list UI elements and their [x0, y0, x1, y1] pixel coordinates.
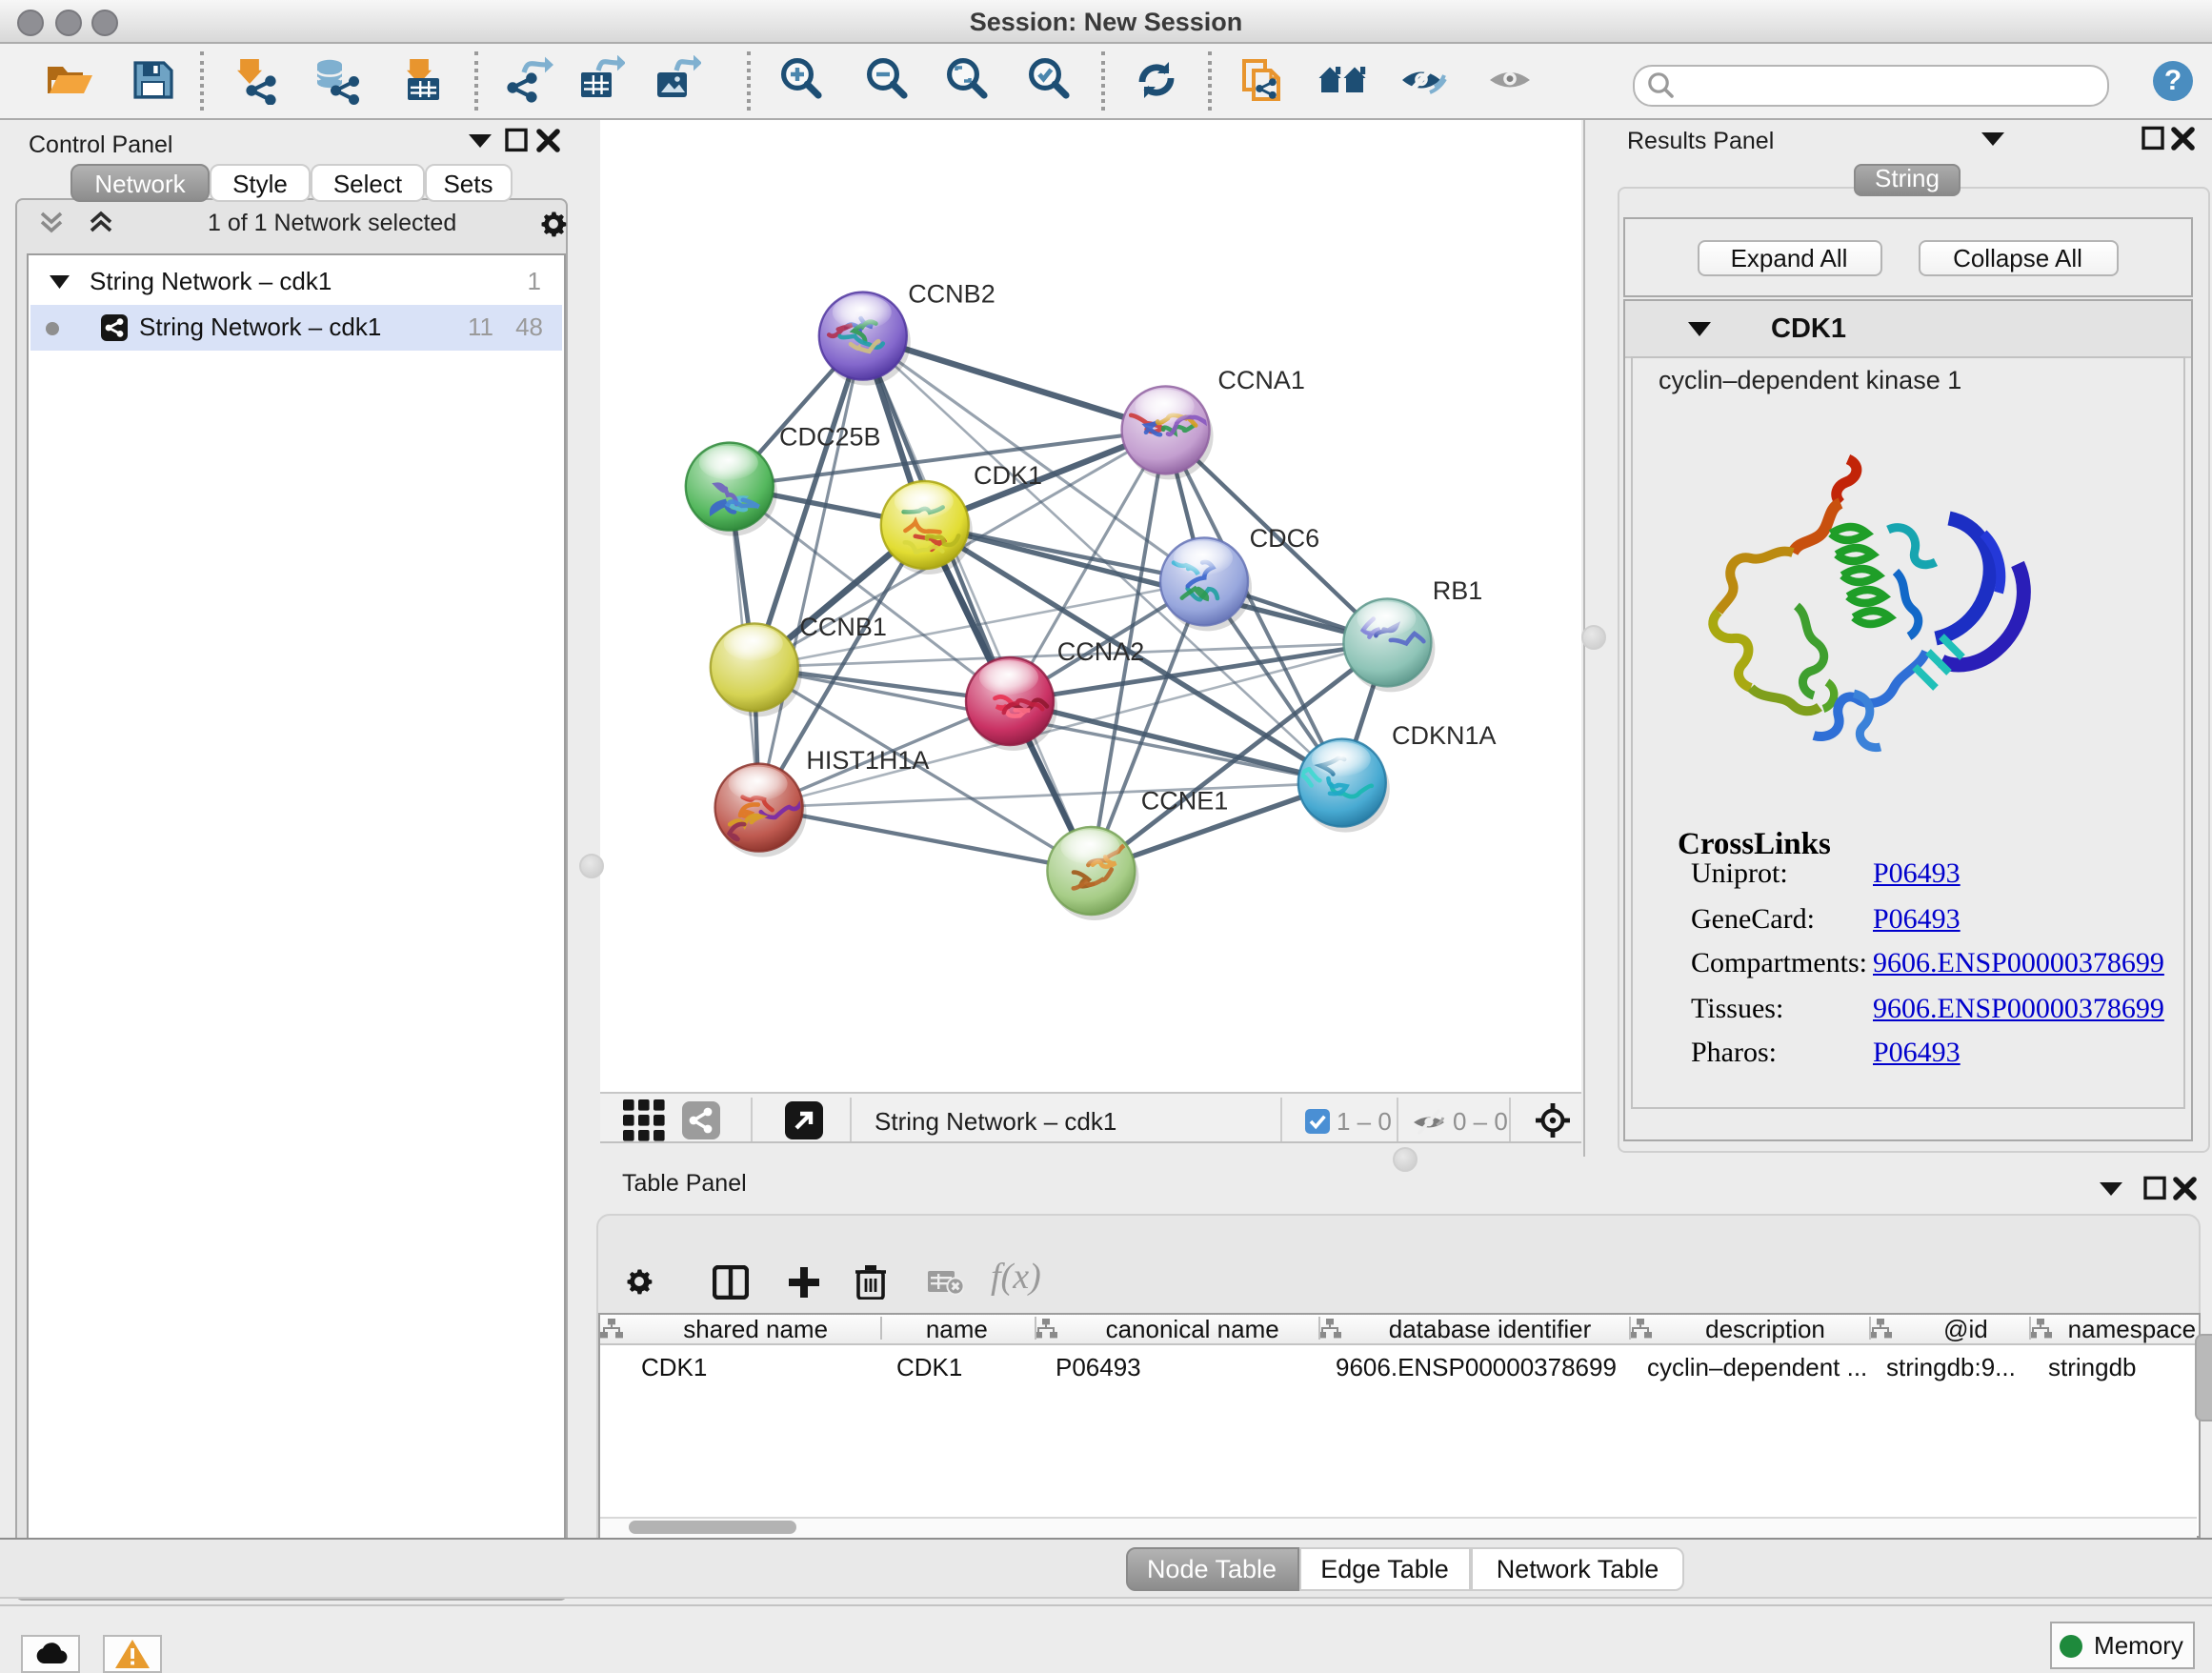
svg-text:CDC6: CDC6 — [1249, 524, 1319, 553]
svg-text:CDC25B: CDC25B — [778, 422, 880, 451]
svg-text:CDKN1A: CDKN1A — [1391, 721, 1496, 750]
svg-text:CCNB2: CCNB2 — [907, 280, 995, 309]
svg-text:CCNE1: CCNE1 — [1140, 787, 1228, 816]
svg-text:CDK1: CDK1 — [973, 461, 1041, 490]
svg-text:CCNA2: CCNA2 — [1056, 637, 1144, 666]
svg-text:RB1: RB1 — [1432, 576, 1482, 605]
svg-text:CCNA1: CCNA1 — [1217, 366, 1304, 394]
svg-text:HIST1H1A: HIST1H1A — [805, 746, 928, 775]
svg-text:CCNB1: CCNB1 — [798, 613, 886, 641]
